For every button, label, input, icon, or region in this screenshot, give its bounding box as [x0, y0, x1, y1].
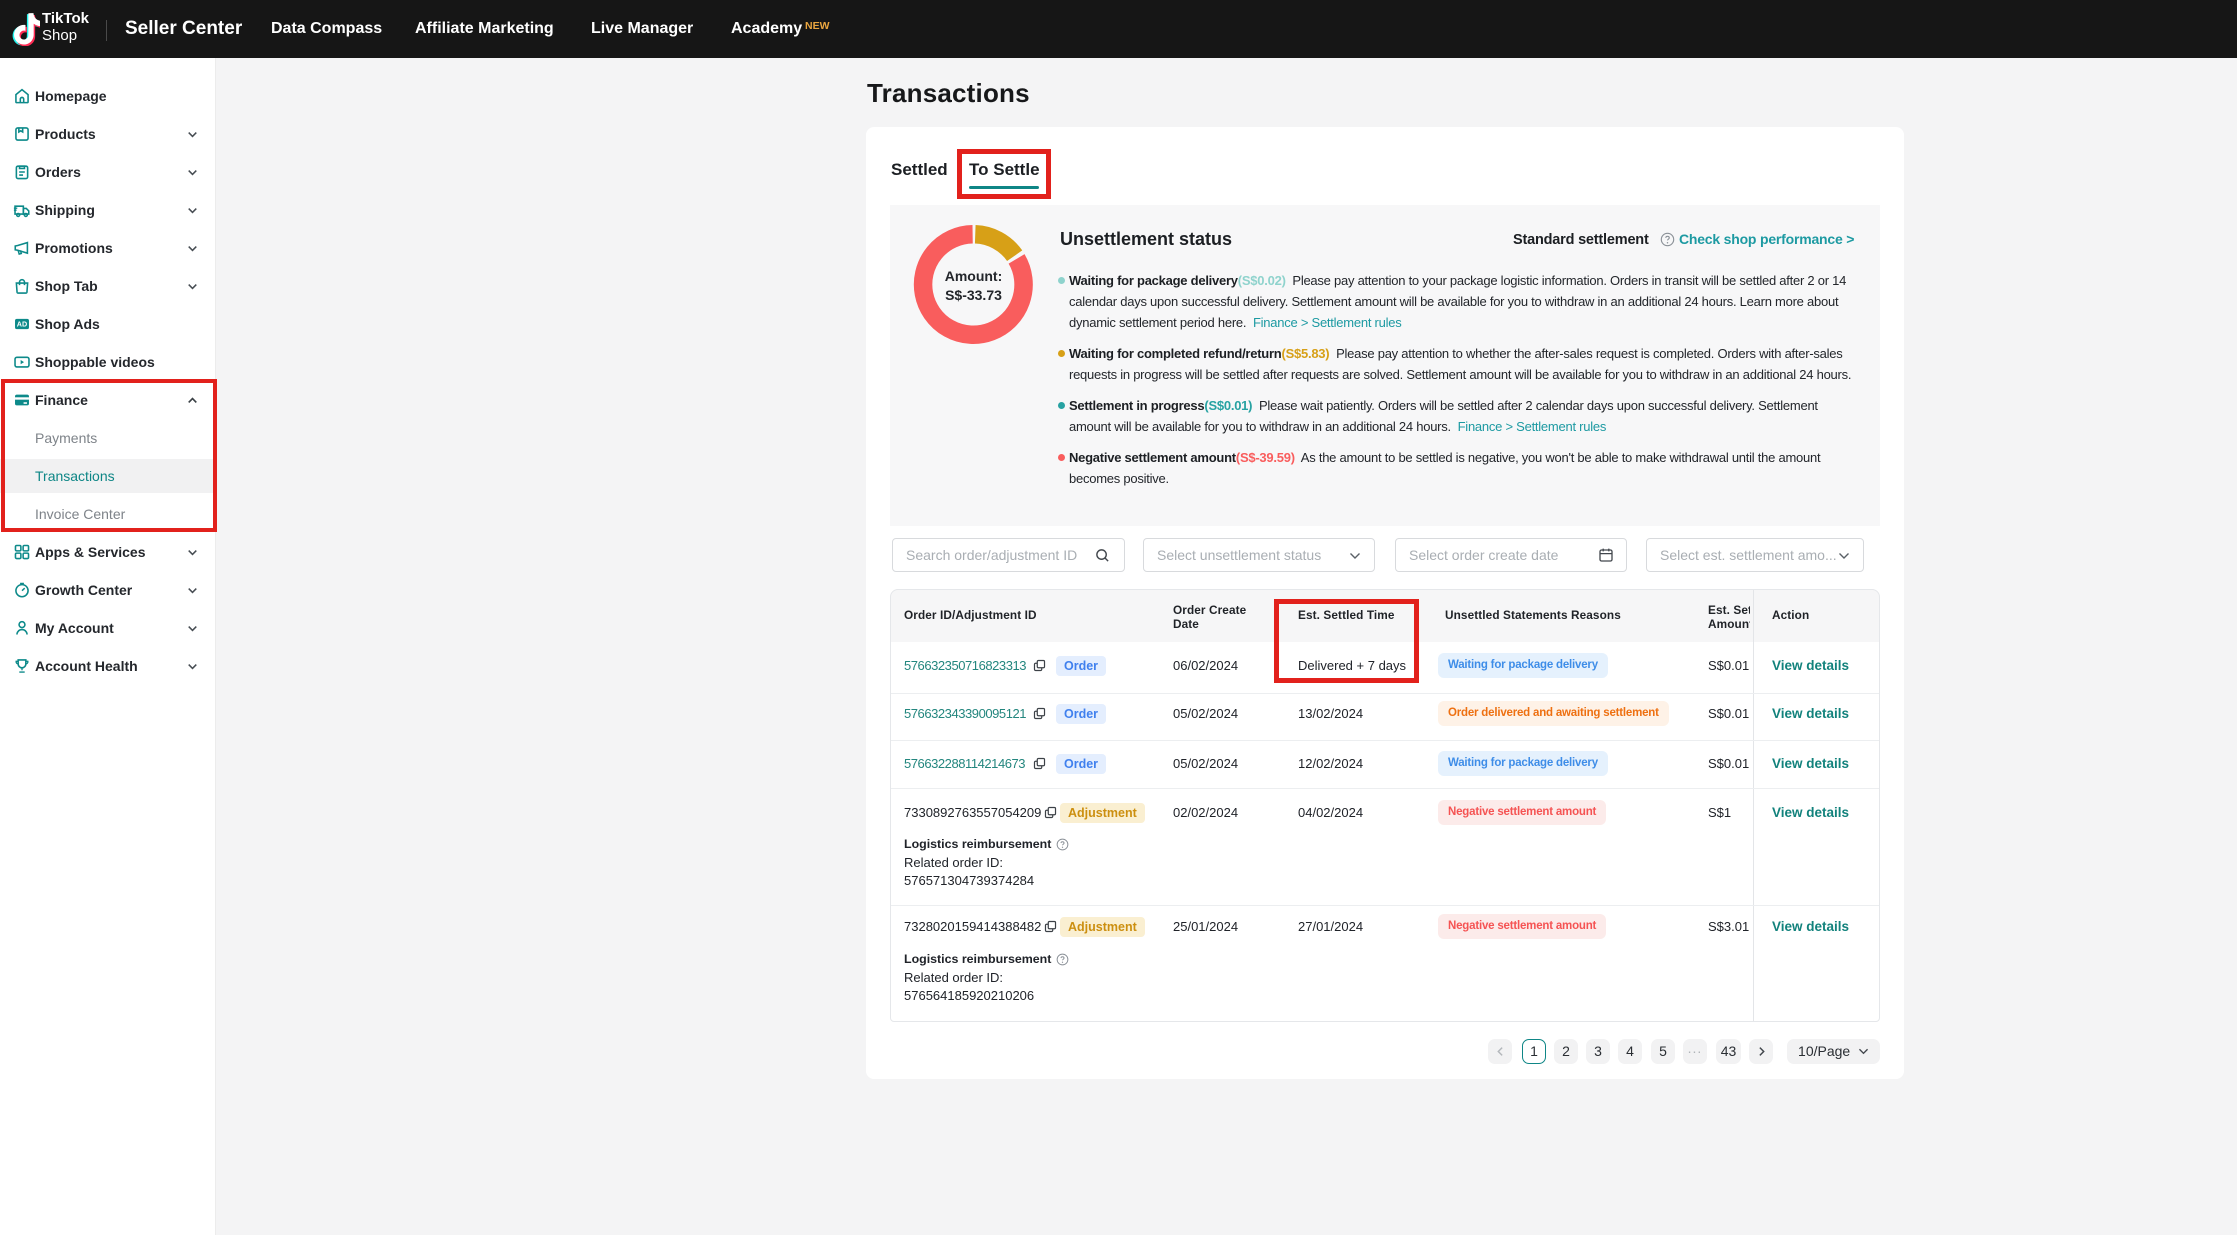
svg-text:AD: AD [17, 320, 27, 329]
